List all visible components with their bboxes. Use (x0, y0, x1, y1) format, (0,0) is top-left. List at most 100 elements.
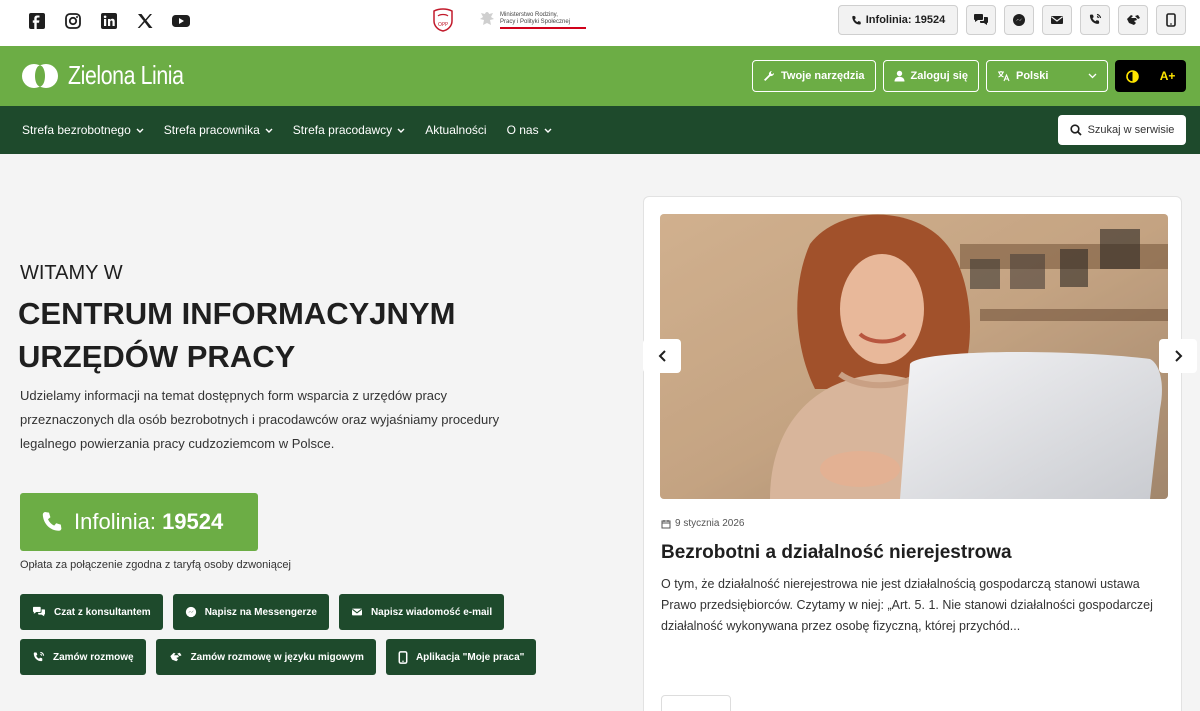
eagle-emblem-icon (480, 12, 494, 25)
news-photo[interactable] (660, 214, 1168, 499)
calendar-icon (661, 519, 671, 528)
ministry-name: Ministerstwo Rodziny, Pracy i Polityki S… (500, 12, 586, 29)
chat-consultant-button[interactable]: Czat z konsultantem (20, 594, 163, 630)
phone-icon (852, 15, 861, 25)
font-size-button[interactable]: A+ (1160, 69, 1176, 83)
login-label: Zaloguj się (910, 70, 968, 82)
mobile-app-icon (1166, 13, 1176, 27)
news-title[interactable]: Bezrobotni a działalność nierejestrowa (661, 542, 1012, 564)
infolinia-call-label: Infolinia: 19524 (74, 509, 223, 535)
nav-item-label: Strefa pracodawcy (292, 123, 393, 137)
hero-title-line-1: CENTRUM INFORMACYJNYM (18, 296, 456, 331)
brand-logo[interactable]: Zielona Linia (20, 60, 209, 91)
news-date: 9 stycznia 2026 (661, 518, 745, 529)
search-button[interactable]: Szukaj w serwisie (1058, 115, 1186, 145)
brand-mark-icon (22, 63, 58, 88)
messenger-icon (1013, 14, 1025, 26)
nav-item-strefa-pracodawcy[interactable]: Strefa pracodawcy (293, 123, 405, 137)
x-icon[interactable] (134, 10, 156, 32)
user-icon (894, 70, 905, 82)
infolinia-prefix: Infolinia: (74, 509, 163, 534)
mobile-app-link-button[interactable]: Aplikacja "Moje praca" (385, 639, 537, 675)
youtube-icon[interactable] (170, 10, 192, 32)
nav-item-strefa-bezrobotnego[interactable]: Strefa bezrobotnego (22, 123, 144, 137)
hero-title: CENTRUM INFORMACYJNYM URZĘDÓW PRACY (18, 292, 538, 378)
nav-item-o-nas[interactable]: O nas (507, 123, 552, 137)
nav-item-label: O nas (506, 123, 539, 137)
social-links (26, 10, 192, 32)
chat-icon (33, 606, 45, 617)
infolinia-number: 19524 (162, 509, 224, 534)
ministry-line-2: Pracy i Polityki Społecznej (500, 18, 571, 25)
language-select[interactable]: Polski (986, 60, 1108, 92)
messenger-contact-button[interactable]: Napisz na Messengerze (172, 594, 329, 630)
button-label: Zamów rozmowę w języku migowym (190, 651, 364, 663)
partner-logos: OPP Ministerstwo Rodziny, Pracy i Polity… (430, 6, 586, 34)
infolinia-label: Infolinia: 19524 (865, 14, 946, 26)
instagram-icon[interactable] (62, 10, 84, 32)
nav-item-strefa-pracownika[interactable]: Strefa pracownika (164, 123, 273, 137)
nav-item-label: Strefa pracownika (163, 123, 260, 137)
ministry-line-1: Ministerstwo Rodziny, (500, 11, 558, 18)
news-carousel-card: 9 stycznia 2026 Bezrobotni a działalność… (643, 196, 1197, 711)
messenger-button[interactable] (1004, 5, 1034, 35)
carousel-prev-button[interactable] (643, 339, 681, 373)
search-label: Szukaj w serwisie (1087, 124, 1175, 136)
search-icon (1069, 124, 1082, 136)
nav-items: Strefa bezrobotnego Strefa pracownika St… (22, 106, 552, 154)
order-call-button[interactable]: Zamów rozmowę (20, 639, 146, 675)
hero-lead: Udzielamy informacji na temat dostępnych… (20, 388, 500, 451)
hero-welcome: WITAMY W (20, 262, 123, 284)
chevron-down-icon (1088, 73, 1097, 79)
chevron-right-icon (1174, 350, 1182, 362)
chat-icon (974, 14, 988, 25)
ministry-logo[interactable]: Ministerstwo Rodziny, Pracy i Polityki S… (478, 9, 586, 31)
sign-language-button[interactable] (1118, 5, 1148, 35)
read-more-button[interactable] (661, 695, 731, 711)
button-label: Czat z konsultantem (54, 606, 151, 618)
carousel-next-button[interactable] (1159, 339, 1197, 373)
header-actions: Twoje narzędzia Zaloguj się Polski A+ (751, 60, 1186, 92)
chevron-down-icon (136, 128, 144, 133)
opp-logo-text: OPP (438, 22, 448, 28)
sign-language-icon (169, 652, 182, 662)
contrast-icon[interactable] (1125, 69, 1139, 83)
chat-button[interactable] (966, 5, 996, 35)
order-sign-language-call-button[interactable]: Zamów rozmowę w języku migowym (155, 639, 376, 675)
infolinia-button[interactable]: Infolinia: 19524 (838, 5, 958, 35)
main-nav: Strefa bezrobotnego Strefa pracownika St… (0, 106, 1200, 154)
email-icon (351, 608, 362, 616)
linkedin-icon[interactable] (98, 10, 120, 32)
language-value-wrap: Polski (997, 70, 1048, 82)
button-label: Napisz na Messengerze (204, 606, 317, 618)
callback-icon (1089, 13, 1102, 24)
login-button[interactable]: Zaloguj się (882, 60, 979, 92)
nav-item-label: Strefa bezrobotnego (22, 123, 131, 137)
email-button[interactable] (1042, 5, 1072, 35)
callback-button[interactable] (1080, 5, 1110, 35)
nav-item-aktualnosci[interactable]: Aktualności (425, 123, 486, 137)
chevron-down-icon (544, 128, 552, 133)
callback-icon (33, 651, 45, 661)
wrench-icon (763, 70, 774, 81)
button-label: Napisz wiadomość e-mail (370, 606, 493, 618)
mobile-app-icon (398, 650, 408, 664)
mobile-app-button[interactable] (1156, 5, 1186, 35)
messenger-icon (185, 606, 196, 618)
top-bar: OPP Ministerstwo Rodziny, Pracy i Polity… (0, 0, 1200, 46)
infolinia-call-button[interactable]: Infolinia: 19524 (20, 493, 258, 551)
woman-with-laptop-photo (660, 214, 1168, 499)
chevron-down-icon (397, 128, 405, 133)
facebook-icon[interactable] (26, 10, 48, 32)
nav-item-label: Aktualności (425, 123, 487, 137)
button-label: Aplikacja "Moje praca" (415, 651, 525, 663)
language-value: Polski (1016, 70, 1049, 82)
sign-language-icon (1127, 15, 1140, 25)
hero-title-line-2: URZĘDÓW PRACY (18, 339, 296, 374)
tools-label: Twoje narzędzia (780, 70, 865, 82)
contact-row-1: Czat z konsultantem Napisz na Messengerz… (20, 594, 505, 630)
tools-button[interactable]: Twoje narzędzia (751, 60, 876, 92)
opp-logo[interactable]: OPP (430, 6, 456, 34)
contact-row-2: Zamów rozmowę Zamów rozmowę w języku mig… (20, 639, 537, 675)
email-contact-button[interactable]: Napisz wiadomość e-mail (338, 594, 505, 630)
